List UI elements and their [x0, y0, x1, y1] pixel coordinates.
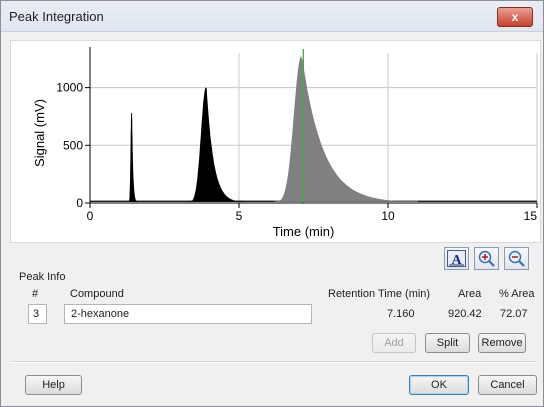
- percent-area-value: 72.07: [500, 308, 528, 320]
- header-area: Area: [458, 288, 482, 300]
- split-button[interactable]: Split: [425, 333, 470, 353]
- area-value: 920.42: [448, 308, 482, 320]
- y-tick-label: 0: [76, 196, 83, 210]
- y-axis-label: Signal (mV): [32, 99, 47, 167]
- header-number: #: [32, 288, 39, 300]
- peak-info-label: Peak Info: [19, 271, 66, 283]
- peak-1-area: [128, 112, 138, 202]
- window-title: Peak Integration: [9, 9, 104, 24]
- peak-integration-window: Peak Integration x 0 5 10 15 0 500 1000 Time (m…: [0, 0, 544, 407]
- x-tick-label: 10: [381, 209, 395, 223]
- compound-name-field[interactable]: 2-hexanone: [64, 304, 312, 324]
- chart-label-icon: A: [447, 250, 466, 267]
- retention-time-value: 7.160: [387, 308, 415, 320]
- x-tick-label: 5: [236, 209, 243, 223]
- chromatogram-chart: 0 5 10 15 0 500 1000 Time (min) Signal (mV): [10, 40, 541, 243]
- y-tick-label: 500: [63, 138, 83, 152]
- ok-button[interactable]: OK: [409, 375, 469, 395]
- title-bar: Peak Integration x: [1, 1, 543, 32]
- y-tick-label: 1000: [56, 81, 83, 95]
- header-compound: Compound: [70, 288, 124, 300]
- help-button[interactable]: Help: [25, 375, 82, 395]
- zoom-in-icon: [478, 250, 495, 267]
- x-tick-label: 0: [87, 209, 94, 223]
- add-button[interactable]: Add: [372, 333, 416, 353]
- chart-label-button[interactable]: A: [444, 247, 469, 270]
- zoom-out-icon: [508, 250, 525, 267]
- zoom-in-button[interactable]: [474, 247, 499, 270]
- x-axis-label: Time (min): [273, 224, 335, 239]
- footer-separator: [10, 361, 536, 363]
- header-retention-time: Retention Time (min): [328, 288, 431, 300]
- cancel-button[interactable]: Cancel: [478, 375, 537, 395]
- x-tick-label: 15: [524, 209, 538, 223]
- close-button[interactable]: x: [497, 7, 533, 27]
- peak-number-field[interactable]: 3: [28, 304, 47, 324]
- peak-3-area: [274, 55, 418, 202]
- peak-2-area: [188, 87, 245, 202]
- remove-button[interactable]: Remove: [478, 333, 526, 353]
- header-percent-area: % Area: [499, 288, 535, 300]
- zoom-out-button[interactable]: [504, 247, 529, 270]
- chart-svg: 0 5 10 15 0 500 1000 Time (min) Signal (mV): [32, 47, 538, 239]
- close-icon: x: [511, 10, 519, 24]
